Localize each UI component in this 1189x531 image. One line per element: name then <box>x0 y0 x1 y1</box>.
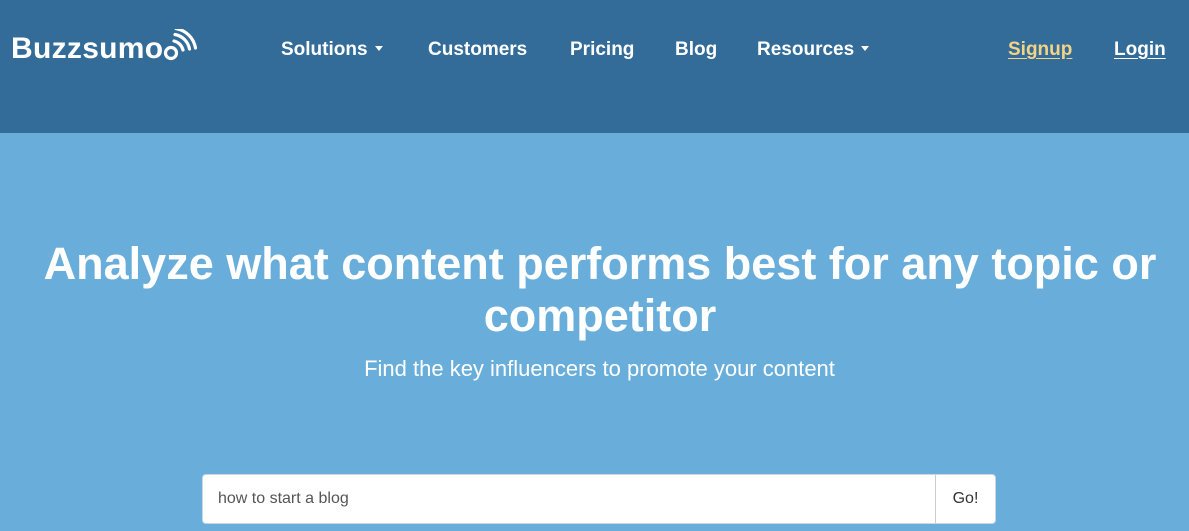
caret-down-icon <box>861 46 870 52</box>
search-input[interactable] <box>203 475 935 523</box>
nav-solutions-label: Solutions <box>281 39 368 60</box>
nav-pricing[interactable]: Pricing <box>570 38 634 62</box>
go-button[interactable]: Go! <box>935 475 995 523</box>
login-link[interactable]: Login <box>1114 38 1166 62</box>
nav-customers[interactable]: Customers <box>428 38 527 62</box>
nav-blog[interactable]: Blog <box>675 38 717 62</box>
hero-title: Analyze what content performs best for a… <box>43 238 1157 341</box>
nav-resources-label: Resources <box>757 39 855 60</box>
nav-resources[interactable]: Resources <box>757 38 870 62</box>
top-navbar: Buzzsumo Solutions Customers Pricing Blo… <box>0 0 1189 133</box>
caret-down-icon <box>374 46 383 52</box>
brand-name: Buzzsumo <box>11 32 164 65</box>
signal-waves-icon <box>164 29 198 61</box>
hero-subtitle: Find the key influencers to promote your… <box>364 356 835 381</box>
search-bar: Go! <box>202 474 996 524</box>
signup-link[interactable]: Signup <box>1008 38 1072 62</box>
nav-solutions[interactable]: Solutions <box>281 38 383 62</box>
buzzsumo-logo[interactable]: Buzzsumo <box>11 29 198 69</box>
